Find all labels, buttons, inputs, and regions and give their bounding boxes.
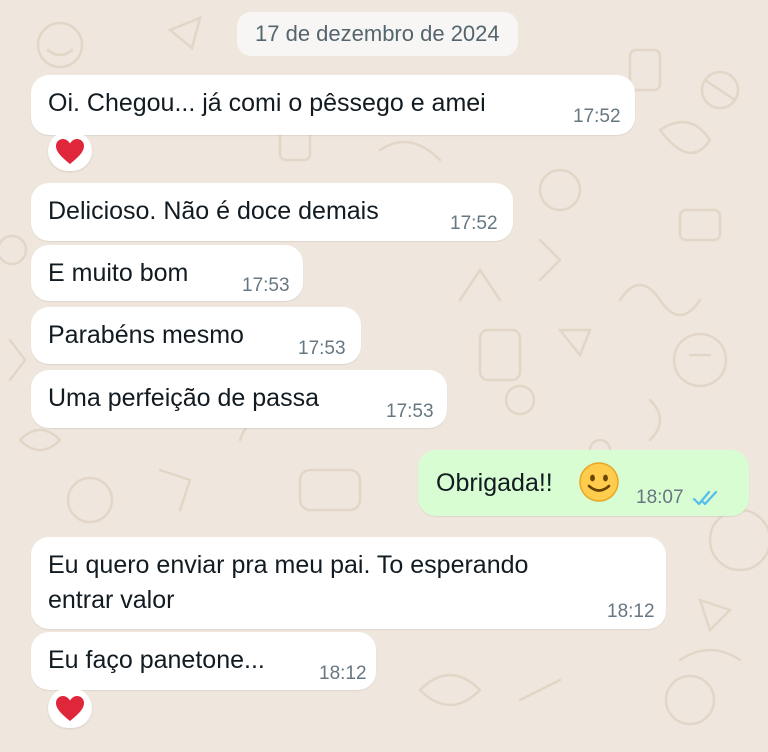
message-time: 17:52	[450, 213, 498, 234]
message-time: 17:53	[298, 338, 346, 359]
message-bubble-incoming[interactable]: Parabéns mesmo 17:53	[31, 307, 361, 364]
message-text: Parabéns mesmo	[48, 321, 244, 349]
message-text: E muito bom	[48, 259, 189, 287]
message-time: 17:53	[386, 401, 434, 422]
message-time: 17:53	[242, 275, 290, 296]
heart-reaction-icon[interactable]	[48, 131, 92, 171]
message-text: Uma perfeição de passa	[48, 384, 319, 412]
message-text: Obrigada!!	[436, 469, 553, 497]
message-time: 18:07	[636, 487, 684, 508]
message-text: Delicioso. Não é doce demais	[48, 197, 379, 225]
message-bubble-incoming[interactable]: E muito bom 17:53	[31, 245, 303, 301]
heart-reaction-icon[interactable]	[48, 688, 92, 728]
message-text: Eu faço panetone...	[48, 646, 265, 674]
message-bubble-incoming[interactable]: Eu quero enviar pra meu pai. To esperand…	[31, 537, 666, 629]
message-bubble-incoming[interactable]: Uma perfeição de passa 17:53	[31, 370, 447, 428]
message-text-line: Eu quero enviar pra meu pai. To esperand…	[48, 551, 529, 579]
message-time: 18:12	[319, 663, 367, 684]
message-bubble-incoming[interactable]: Oi. Chegou... já comi o pêssego e amei 1…	[31, 75, 635, 135]
message-bubble-incoming[interactable]: Delicioso. Não é doce demais 17:52	[31, 183, 513, 241]
message-time: 17:52	[573, 106, 621, 127]
smiling-face-icon	[578, 461, 620, 508]
date-separator: 17 de dezembro de 2024	[237, 12, 518, 56]
double-check-read-icon	[692, 489, 722, 512]
message-text: Oi. Chegou... já comi o pêssego e amei	[48, 89, 486, 117]
message-text-line: entrar valor	[48, 586, 175, 614]
message-time: 18:12	[607, 601, 655, 622]
message-bubble-incoming[interactable]: Eu faço panetone... 18:12	[31, 632, 376, 690]
message-bubble-outgoing[interactable]: Obrigada!! 18:07	[418, 450, 749, 516]
